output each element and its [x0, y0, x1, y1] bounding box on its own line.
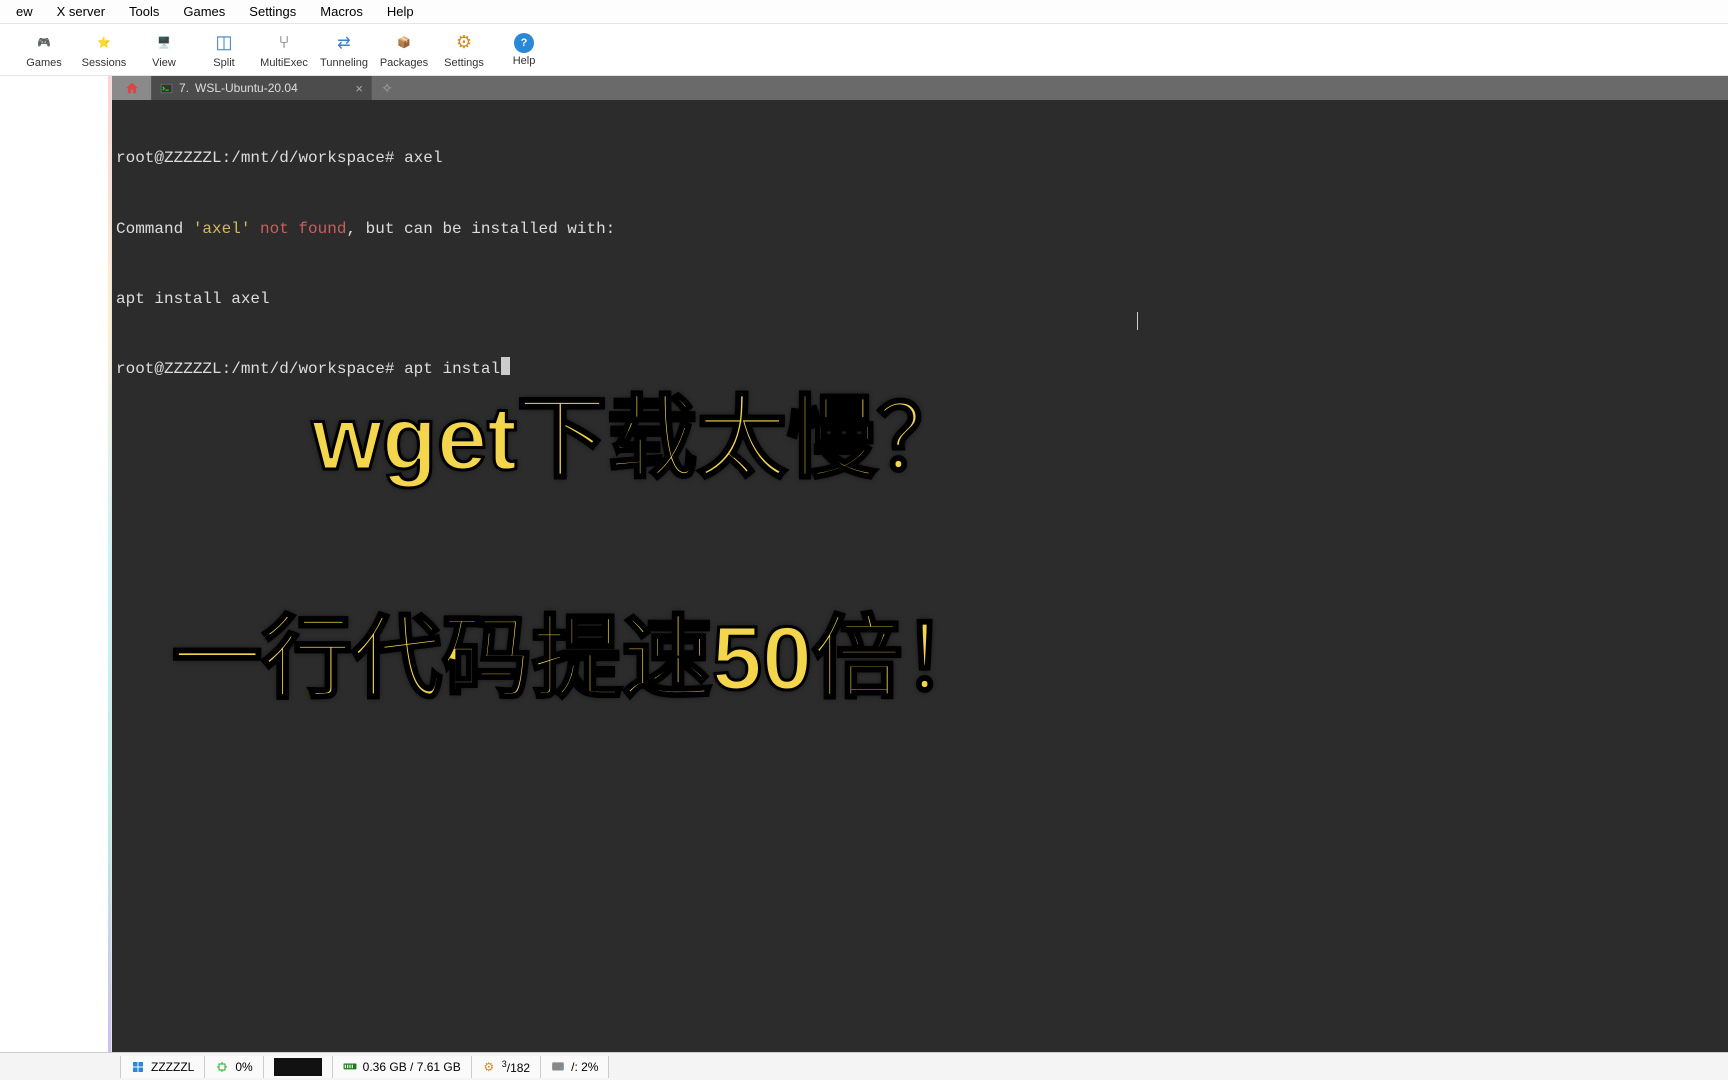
- status-cpu-text: 0%: [235, 1060, 252, 1074]
- statusbar: ZZZZZL 0% 0.36 GB / 7.61 GB ⚙ 3/182 /: 2…: [0, 1052, 1728, 1080]
- terminal-icon: [160, 82, 173, 95]
- status-proc-text: 3/182: [502, 1059, 530, 1075]
- menu-settings[interactable]: Settings: [237, 2, 308, 21]
- gear-icon: ⚙: [482, 1060, 496, 1074]
- prompt-path: :/mnt/d/workspace#: [222, 360, 404, 378]
- tunneling-icon: ⇄: [332, 31, 356, 55]
- err-not: not found: [250, 220, 346, 238]
- menu-macros[interactable]: Macros: [308, 2, 375, 21]
- err-post: , but can be installed with:: [346, 220, 615, 238]
- tool-label: Games: [26, 57, 61, 69]
- tool-multiexec[interactable]: ⑂ MultiExec: [254, 31, 314, 69]
- split-icon: ◫: [212, 31, 236, 55]
- status-disk-text: /: 2%: [571, 1060, 598, 1074]
- multiexec-icon: ⑂: [272, 31, 296, 55]
- disk-icon: [551, 1060, 565, 1074]
- tool-label: Split: [213, 57, 234, 69]
- toolbar: 🎮 Games ⭐ Sessions 🖥️ View ◫ Split ⑂ Mul…: [0, 24, 1728, 76]
- typing: apt instal: [404, 360, 500, 378]
- cursor-block: [501, 357, 510, 375]
- tool-label: Help: [513, 55, 536, 67]
- command: axel: [404, 149, 442, 167]
- tool-label: Tunneling: [320, 57, 368, 69]
- content: 7. WSL-Ubuntu-20.04 × ✧ root@ZZZZZL:/mnt…: [112, 76, 1728, 1052]
- menu-help[interactable]: Help: [375, 2, 426, 21]
- tool-settings[interactable]: ⚙ Settings: [434, 31, 494, 69]
- prompt: root@ZZZZZL: [116, 149, 222, 167]
- menu-games[interactable]: Games: [171, 2, 237, 21]
- windows-icon: [131, 1060, 145, 1074]
- menubar: ew X server Tools Games Settings Macros …: [0, 0, 1728, 24]
- main-area: 7. WSL-Ubuntu-20.04 × ✧ root@ZZZZZL:/mnt…: [0, 76, 1728, 1052]
- view-icon: 🖥️: [152, 31, 176, 55]
- settings-icon: ⚙: [452, 31, 476, 55]
- tabbar: 7. WSL-Ubuntu-20.04 × ✧: [112, 76, 1728, 100]
- cpu-icon: [215, 1060, 229, 1074]
- tab-title: WSL-Ubuntu-20.04: [195, 81, 298, 95]
- text-caret: [1137, 312, 1138, 330]
- status-host[interactable]: ZZZZZL: [120, 1056, 205, 1078]
- menu-ew[interactable]: ew: [4, 2, 45, 21]
- tab-wsl-ubuntu[interactable]: 7. WSL-Ubuntu-20.04 ×: [152, 76, 372, 100]
- tab-index: 7.: [179, 81, 189, 95]
- tool-help[interactable]: ? Help: [494, 33, 554, 67]
- status-graph[interactable]: [263, 1056, 333, 1078]
- tool-label: Packages: [380, 57, 428, 69]
- tool-packages[interactable]: 📦 Packages: [374, 31, 434, 69]
- status-proc[interactable]: ⚙ 3/182: [471, 1056, 541, 1078]
- tool-label: View: [152, 57, 176, 69]
- terminal[interactable]: root@ZZZZZL:/mnt/d/workspace# axel Comma…: [112, 100, 1728, 1052]
- tool-sessions[interactable]: ⭐ Sessions: [74, 31, 134, 69]
- suggestion: apt install axel: [116, 290, 270, 308]
- tool-label: MultiExec: [260, 57, 308, 69]
- tab-home[interactable]: [112, 76, 152, 100]
- status-mem[interactable]: 0.36 GB / 7.61 GB: [332, 1056, 472, 1078]
- prompt: root@ZZZZZL: [116, 360, 222, 378]
- ram-icon: [343, 1060, 357, 1074]
- status-mem-text: 0.36 GB / 7.61 GB: [363, 1060, 461, 1074]
- graph-icon: [274, 1058, 322, 1076]
- packages-icon: 📦: [392, 31, 416, 55]
- tool-games[interactable]: 🎮 Games: [14, 31, 74, 69]
- err-pre: Command: [116, 220, 193, 238]
- help-icon: ?: [514, 33, 534, 53]
- tool-label: Settings: [444, 57, 484, 69]
- tool-view[interactable]: 🖥️ View: [134, 31, 194, 69]
- status-host-text: ZZZZZL: [151, 1060, 194, 1074]
- home-icon: [125, 81, 139, 95]
- err-cmd: 'axel': [193, 220, 251, 238]
- prompt-path: :/mnt/d/workspace#: [222, 149, 404, 167]
- tab-close[interactable]: ×: [355, 81, 363, 96]
- status-disk[interactable]: /: 2%: [540, 1056, 609, 1078]
- tool-label: Sessions: [82, 57, 127, 69]
- sessions-icon: ⭐: [92, 31, 116, 55]
- status-cpu[interactable]: 0%: [204, 1056, 263, 1078]
- sidebar: [0, 76, 112, 1052]
- games-icon: 🎮: [32, 31, 56, 55]
- tool-split[interactable]: ◫ Split: [194, 31, 254, 69]
- menu-xserver[interactable]: X server: [45, 2, 117, 21]
- tool-tunneling[interactable]: ⇄ Tunneling: [314, 31, 374, 69]
- tab-new[interactable]: ✧: [372, 76, 402, 100]
- menu-tools[interactable]: Tools: [117, 2, 171, 21]
- overlay-line2: 一行代码提速50倍！: [172, 560, 992, 758]
